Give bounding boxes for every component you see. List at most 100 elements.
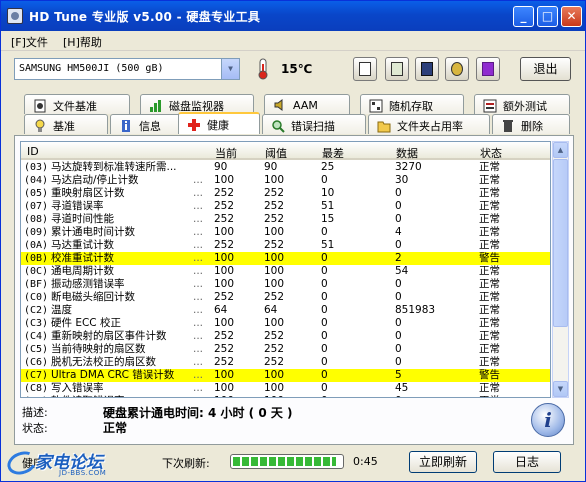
status-value: 正常	[479, 356, 500, 368]
download-icon	[482, 62, 494, 76]
table-row[interactable]: (0C) 通电周期计数... 100 100 0 54 正常	[21, 265, 550, 278]
description-value: 硬盘累计通电时间: 4 小时 ( 0 天 )	[103, 406, 293, 420]
tab-extra-tests[interactable]: 额外测试	[474, 94, 570, 114]
copy-text-button[interactable]	[353, 57, 377, 81]
copy-screenshot-icon	[391, 62, 403, 76]
title-bar[interactable]: HD Tune 专业版 v5.00 - 硬盘专业工具 _ □ ✕	[1, 1, 585, 31]
current-value: 100	[214, 265, 235, 277]
table-row[interactable]: (05) 重映射扇区计数... 252 252 10 0 正常	[21, 187, 550, 200]
current-value: 252	[214, 213, 235, 225]
vertical-scrollbar[interactable]: ▲ ▼	[552, 141, 569, 398]
worst-value: 0	[321, 252, 328, 264]
attribute-name: 当前待映射的扇区数	[51, 343, 146, 355]
attribute-id: (C8)	[24, 383, 49, 394]
tab-erase[interactable]: 删除	[492, 114, 570, 134]
menu-file[interactable]: [F]文件	[11, 34, 48, 50]
table-row[interactable]: (08) 寻道时间性能... 252 252 15 0 正常	[21, 213, 550, 226]
raw-data-value: 851983	[395, 304, 436, 316]
download-button[interactable]	[476, 57, 500, 81]
table-row[interactable]: (C0) 断电磁头缩回计数... 252 252 0 0 正常	[21, 291, 550, 304]
minimize-button[interactable]: _	[513, 6, 534, 27]
current-value: 100	[214, 382, 235, 394]
tab-benchmark[interactable]: 基准	[24, 114, 108, 134]
tab-folder-usage[interactable]: 文件夹占用率	[368, 114, 490, 134]
options-button[interactable]	[445, 57, 469, 81]
table-row[interactable]: (C6) 脱机无法校正的扇区数... 252 252 0 0 正常	[21, 356, 550, 369]
tab-label: 信息	[139, 120, 161, 133]
threshold-value: 252	[264, 200, 285, 212]
worst-value: 0	[321, 278, 328, 290]
attribute-ellipsis: ...	[193, 382, 204, 394]
table-row[interactable]: (0B) 校准重试计数... 100 100 0 2 警告	[21, 252, 550, 265]
chevron-down-icon[interactable]: ▼	[221, 59, 239, 79]
tab-random-access[interactable]: 随机存取	[360, 94, 464, 114]
attribute-name: 重新映射的扇区事件计数	[51, 330, 167, 342]
raw-data-value: 0	[395, 213, 402, 225]
toolbar: SAMSUNG HM500JI (500 gB) ▼ 15℃ 退出	[1, 52, 585, 88]
table-row[interactable]: (C2) 温度... 64 64 0 851983 正常	[21, 304, 550, 317]
copy-screenshot-button[interactable]	[385, 57, 409, 81]
attribute-id: (C0)	[24, 292, 49, 303]
refresh-progress-bar	[230, 454, 344, 469]
attribute-id: (BF)	[24, 279, 49, 290]
attribute-ellipsis: ...	[193, 317, 204, 329]
attribute-name: 硬件 ECC 校正	[51, 317, 121, 329]
table-row[interactable]: (04) 马达启动/停止计数... 100 100 0 30 正常	[21, 174, 550, 187]
log-button[interactable]: 日志	[493, 451, 561, 473]
column-header-id[interactable]: ID	[27, 145, 39, 158]
table-row[interactable]: (C9)软件读取错误率... 100 100 0 0 正常	[21, 395, 550, 397]
column-header-status[interactable]: 状态	[480, 145, 502, 161]
scroll-up-icon[interactable]: ▲	[553, 142, 568, 158]
attribute-id: (C2)	[24, 305, 49, 316]
magnifier-icon	[272, 120, 285, 133]
tab-error-scan[interactable]: 错误扫描	[262, 114, 366, 134]
status-bar: 健康 家电论坛 JD-BBS.COM 下次刷新: 0:45 立即刷新 日志	[1, 447, 585, 481]
state-value: 正常	[103, 421, 128, 435]
threshold-value: 64	[264, 304, 278, 316]
current-value: 90	[214, 161, 228, 173]
health-cross-icon	[188, 119, 200, 131]
table-row[interactable]: (C5) 当前待映射的扇区数... 252 252 0 0 正常	[21, 343, 550, 356]
refresh-now-button[interactable]: 立即刷新	[409, 451, 477, 473]
current-value: 252	[214, 356, 235, 368]
tab-aam[interactable]: AAM	[264, 94, 350, 114]
threshold-value: 100	[264, 174, 285, 186]
table-row[interactable]: (07) 寻道错误率... 252 252 51 0 正常	[21, 200, 550, 213]
table-row[interactable]: (09) 累计通电时间计数... 100 100 0 4 正常	[21, 226, 550, 239]
smart-attribute-table[interactable]: ID 当前 阈值 最差 数据 状态 (03) 马达旋转到标准转速所需... 90 90…	[20, 141, 551, 398]
drive-select[interactable]: SAMSUNG HM500JI (500 gB) ▼	[14, 58, 240, 80]
scrollbar-thumb[interactable]	[553, 159, 568, 327]
scroll-down-icon[interactable]: ▼	[553, 381, 568, 397]
attribute-ellipsis: ...	[193, 291, 204, 303]
exit-button[interactable]: 退出	[520, 57, 571, 81]
maximize-button[interactable]: □	[537, 6, 558, 27]
tab-disk-monitor[interactable]: 磁盘监视器	[140, 94, 254, 114]
table-row[interactable]: (C8) 写入错误率... 100 100 0 45 正常	[21, 382, 550, 395]
attribute-name: 累计通电时间计数	[51, 226, 135, 238]
close-button[interactable]: ✕	[561, 6, 582, 27]
threshold-value: 252	[264, 356, 285, 368]
column-header-threshold[interactable]: 阈值	[265, 145, 287, 161]
threshold-value: 100	[264, 265, 285, 277]
table-row[interactable]: (0A) 马达重试计数... 252 252 51 0 正常	[21, 239, 550, 252]
save-button[interactable]	[415, 57, 439, 81]
column-header-worst[interactable]: 最差	[322, 145, 344, 161]
tab-row-bottom: 基准 信息 健康 错误扫描 文件夹占用率 删除	[14, 112, 574, 135]
column-header-current[interactable]: 当前	[215, 145, 237, 161]
table-row[interactable]: (C4) 重新映射的扇区事件计数... 252 252 0 0 正常	[21, 330, 550, 343]
status-value: 正常	[479, 291, 500, 303]
table-row[interactable]: (BF) 振动感测错误率... 100 100 0 0 正常	[21, 278, 550, 291]
table-row[interactable]: (C7) Ultra DMA CRC 错误计数... 100 100 0 5 警告	[21, 369, 550, 382]
status-value: 正常	[479, 161, 500, 173]
table-row[interactable]: (C3) 硬件 ECC 校正... 100 100 0 0 正常	[21, 317, 550, 330]
current-value: 252	[214, 343, 235, 355]
column-header-data[interactable]: 数据	[396, 145, 418, 161]
tab-info[interactable]: 信息	[110, 114, 186, 134]
table-row[interactable]: (03) 马达旋转到标准转速所需... 90 90 25 3270 正常	[21, 161, 550, 174]
menu-help[interactable]: [H]帮助	[63, 34, 102, 50]
threshold-value: 252	[264, 187, 285, 199]
tab-file-benchmark[interactable]: 文件基准	[24, 94, 130, 114]
tab-health[interactable]: 健康	[178, 112, 260, 134]
raw-data-value: 4	[395, 226, 402, 238]
info-button-icon[interactable]: i	[531, 403, 565, 437]
